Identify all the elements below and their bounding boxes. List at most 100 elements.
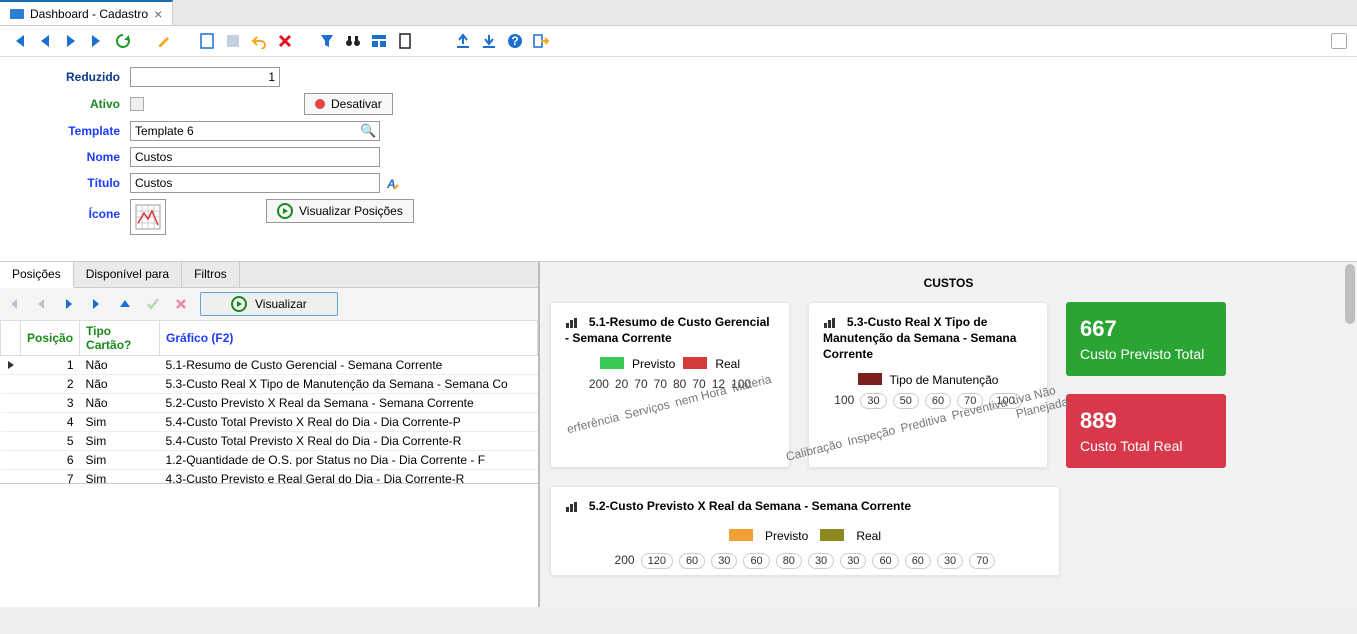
next-record-icon[interactable] xyxy=(62,32,80,50)
delete-icon[interactable] xyxy=(276,32,294,50)
tick-label: erferência xyxy=(565,410,620,436)
grid-up-icon[interactable] xyxy=(116,295,134,313)
icon-preview[interactable] xyxy=(130,199,166,235)
input-reduzido[interactable] xyxy=(130,67,280,87)
help-icon[interactable]: ? xyxy=(506,32,524,50)
grid-first-icon[interactable] xyxy=(4,295,22,313)
input-titulo[interactable] xyxy=(130,173,380,193)
layout-icon[interactable] xyxy=(370,32,388,50)
card-total-real[interactable]: 889 Custo Total Real xyxy=(1066,394,1226,468)
big-red-lbl: Custo Total Real xyxy=(1080,438,1212,454)
tick-label: 60 xyxy=(905,553,931,569)
binoculars-icon[interactable] xyxy=(344,32,362,50)
card-53-title: 5.3-Custo Real X Tipo de Manutenção da S… xyxy=(823,315,1016,361)
tab-posicoes[interactable]: Posições xyxy=(0,262,74,288)
exit-icon[interactable] xyxy=(532,32,550,50)
grid-next-icon[interactable] xyxy=(60,295,78,313)
card-previsto-total[interactable]: 667 Custo Previsto Total xyxy=(1066,302,1226,376)
checkbox-ativo[interactable] xyxy=(130,97,144,111)
col-posicao[interactable]: Posição xyxy=(21,321,80,356)
scrollbar[interactable] xyxy=(1345,264,1355,324)
preview-title: CUSTOS xyxy=(550,272,1347,302)
visualizar-posicoes-label: Visualizar Posições xyxy=(299,204,403,218)
desativar-button[interactable]: Desativar xyxy=(304,93,393,115)
chart-icon xyxy=(823,317,837,329)
swatch-orange xyxy=(729,529,753,541)
legend-previsto: Previsto xyxy=(632,357,675,371)
edit-icon[interactable] xyxy=(156,32,174,50)
legend-previsto-52: Previsto xyxy=(765,529,808,543)
prev-record-icon[interactable] xyxy=(36,32,54,50)
font-icon[interactable]: A xyxy=(386,175,402,191)
swatch-red xyxy=(683,357,707,369)
tab-dashboard-cadastro[interactable]: Dashboard - Cadastro × xyxy=(0,0,173,25)
play-icon xyxy=(277,203,293,219)
label-icone: Ícone xyxy=(10,199,130,221)
col-tipocartao[interactable]: Tipo Cartão? xyxy=(80,321,160,356)
tick-label: 200 xyxy=(589,377,609,391)
label-reduzido: Reduzido xyxy=(10,70,130,84)
label-titulo: Título xyxy=(10,176,130,190)
table-row[interactable]: 1Não5.1-Resumo de Custo Gerencial - Sema… xyxy=(1,356,538,375)
big-green-lbl: Custo Previsto Total xyxy=(1080,346,1212,362)
grid-cancel-icon[interactable] xyxy=(172,295,190,313)
tick-label: 70 xyxy=(634,377,647,391)
label-template: Template xyxy=(10,124,130,138)
play-icon xyxy=(231,296,247,312)
sub-tabs: Posições Disponível para Filtros xyxy=(0,262,538,288)
tick-label: 30 xyxy=(840,553,866,569)
card-51[interactable]: 5.1-Resumo de Custo Gerencial - Semana C… xyxy=(550,302,790,468)
tick-label: 100 xyxy=(834,393,854,409)
main-toolbar: ? xyxy=(0,26,1357,57)
legend-tipo: Tipo de Manutenção xyxy=(890,373,999,387)
last-record-icon[interactable] xyxy=(88,32,106,50)
tick-label: 30 xyxy=(808,553,834,569)
grid-icon xyxy=(10,9,24,19)
tick-label: Preditiva xyxy=(899,410,951,448)
legend-real: Real xyxy=(715,357,740,371)
refresh-icon[interactable] xyxy=(114,32,132,50)
grid-check-icon[interactable] xyxy=(144,295,162,313)
table-row[interactable]: 7Sim4.3-Custo Previsto e Real Geral do D… xyxy=(1,470,538,484)
left-panel: Posições Disponível para Filtros Visuali… xyxy=(0,262,540,607)
toggle-checkbox[interactable] xyxy=(1331,33,1347,49)
label-nome: Nome xyxy=(10,150,130,164)
tick-label: 30 xyxy=(860,393,886,409)
grid-last-icon[interactable] xyxy=(88,295,106,313)
tick-label: Serviços xyxy=(623,397,671,422)
swatch-green xyxy=(600,357,624,369)
filter-icon[interactable] xyxy=(318,32,336,50)
tab-disponivel[interactable]: Disponível para xyxy=(74,262,182,287)
detail-pane xyxy=(0,483,538,607)
table-row[interactable]: 3Não5.2-Custo Previsto X Real da Semana … xyxy=(1,394,538,413)
table-row[interactable]: 4Sim5.4-Custo Total Previsto X Real do D… xyxy=(1,413,538,432)
tick-label: 60 xyxy=(872,553,898,569)
input-template[interactable] xyxy=(130,121,380,141)
import-icon[interactable] xyxy=(480,32,498,50)
export-icon[interactable] xyxy=(454,32,472,50)
table-row[interactable]: 2Não5.3-Custo Real X Tipo de Manutenção … xyxy=(1,375,538,394)
new-icon[interactable] xyxy=(198,32,216,50)
close-icon[interactable]: × xyxy=(154,6,162,22)
table-row[interactable]: 6Sim1.2-Quantidade de O.S. por Status no… xyxy=(1,451,538,470)
card-52[interactable]: 5.2-Custo Previsto X Real da Semana - Se… xyxy=(550,486,1060,576)
table-row[interactable]: 5Sim5.4-Custo Total Previsto X Real do D… xyxy=(1,432,538,451)
card-53[interactable]: 5.3-Custo Real X Tipo de Manutenção da S… xyxy=(808,302,1048,468)
document-icon[interactable] xyxy=(396,32,414,50)
tick-label: 30 xyxy=(711,553,737,569)
visualizar-button[interactable]: Visualizar xyxy=(200,292,338,316)
axis-52-left: 200 xyxy=(615,553,635,569)
desativar-label: Desativar xyxy=(331,97,382,111)
input-nome[interactable] xyxy=(130,147,380,167)
save-icon[interactable] xyxy=(224,32,242,50)
visualizar-label: Visualizar xyxy=(255,297,307,311)
tab-filtros[interactable]: Filtros xyxy=(182,262,240,287)
undo-icon[interactable] xyxy=(250,32,268,50)
col-grafico[interactable]: Gráfico (F2) xyxy=(160,321,538,356)
tick-label: 20 xyxy=(615,377,628,391)
first-record-icon[interactable] xyxy=(10,32,28,50)
grid-prev-icon[interactable] xyxy=(32,295,50,313)
big-green-num: 667 xyxy=(1080,316,1212,342)
swatch-maroon xyxy=(858,373,882,385)
visualizar-posicoes-button[interactable]: Visualizar Posições xyxy=(266,199,414,223)
